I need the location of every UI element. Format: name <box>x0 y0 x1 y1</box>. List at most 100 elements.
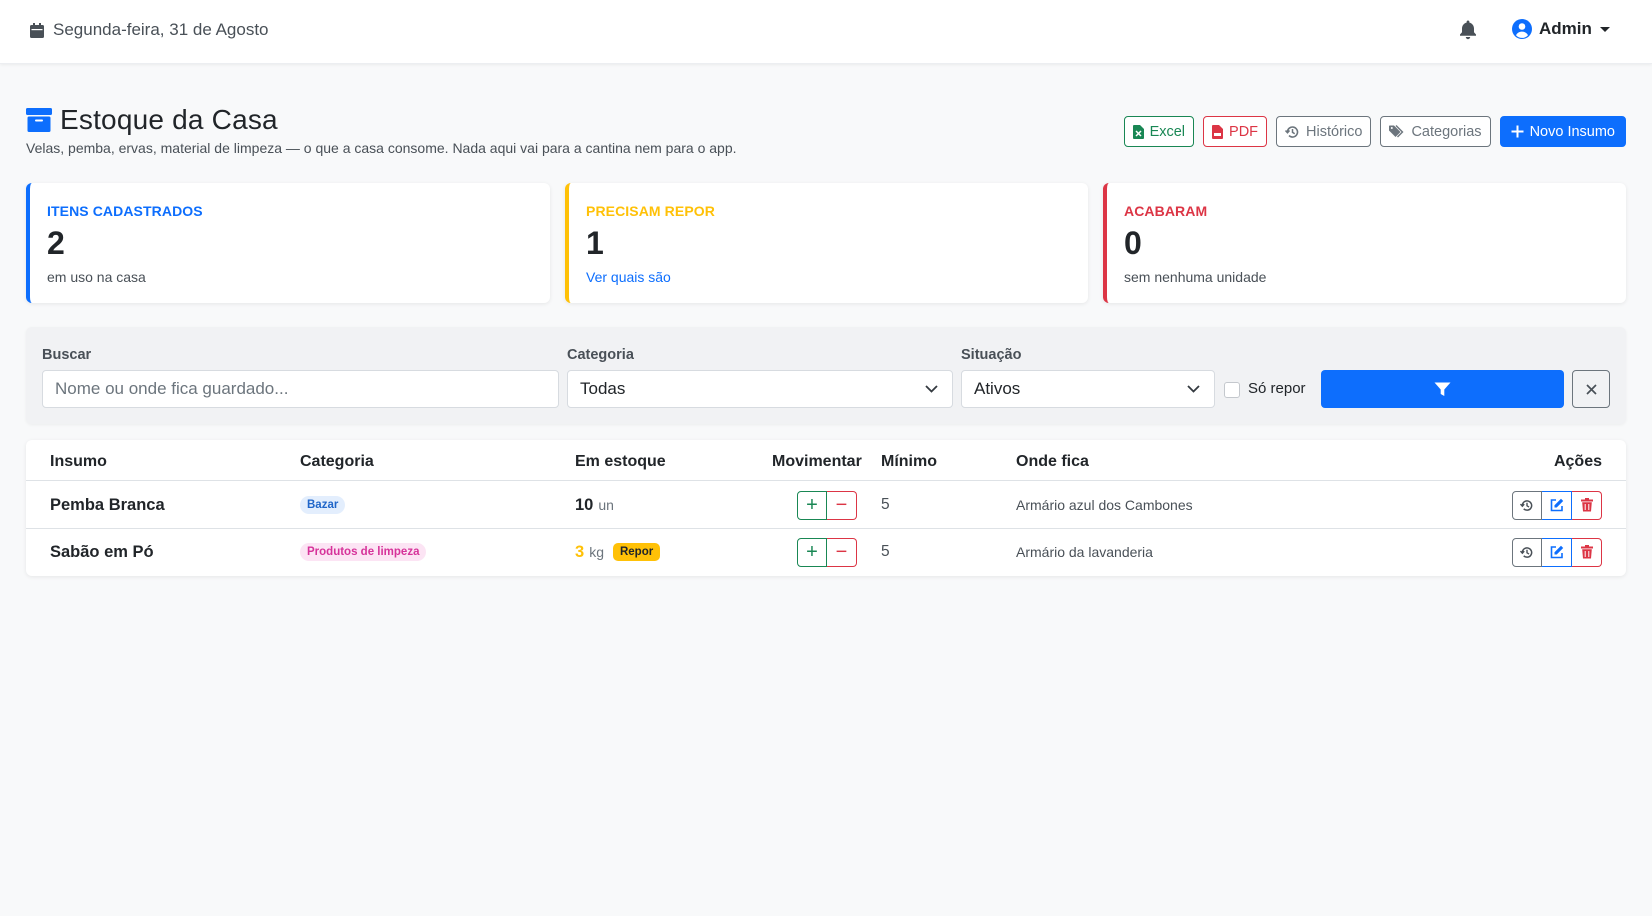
item-name: Pemba Branca <box>50 495 165 514</box>
chevron-down-icon <box>925 385 938 393</box>
stat-value: 0 <box>1124 225 1142 261</box>
col-header-onde[interactable]: Onde fica <box>1016 453 1089 471</box>
stat-label: PRECISAM REPOR <box>586 203 715 219</box>
top-bar: Segunda-feira, 31 de Agosto Admin <box>0 0 1652 64</box>
user-avatar-icon <box>1512 19 1532 39</box>
row-actions <box>1512 537 1602 567</box>
stat-value: 2 <box>47 225 65 261</box>
stat-card-out-of-stock: ACABARAM 0 sem nenhuma unidade <box>1103 183 1626 303</box>
increase-button[interactable]: + <box>797 490 827 520</box>
inventory-table: Insumo Categoria Em estoque Movimentar M… <box>26 440 1626 576</box>
edit-button[interactable] <box>1542 490 1572 520</box>
delete-button[interactable] <box>1572 537 1602 567</box>
new-item-button[interactable]: Novo Insumo <box>1499 116 1626 147</box>
pdf-icon <box>1212 124 1224 139</box>
col-header-insumo[interactable]: Insumo <box>50 453 107 471</box>
categories-button[interactable]: Categorias <box>1380 116 1491 147</box>
history-button[interactable]: Histórico <box>1276 116 1372 147</box>
export-excel-button[interactable]: Excel <box>1123 116 1195 147</box>
search-placeholder: Nome ou onde fica guardado... <box>55 379 289 398</box>
history-label: Histórico <box>1306 123 1363 140</box>
min-qty: 5 <box>881 496 890 513</box>
chevron-down-icon <box>1187 385 1200 393</box>
table-row: Sabão em Pó Produtos de limpeza 3 kg Rep… <box>26 528 1626 576</box>
location: Armário da lavanderia <box>1016 544 1153 560</box>
increase-button[interactable]: + <box>797 537 827 567</box>
item-name: Sabão em Pó <box>50 542 154 561</box>
plus-icon <box>1511 125 1524 138</box>
export-pdf-button[interactable]: PDF <box>1203 116 1268 147</box>
user-menu[interactable]: Admin <box>1512 19 1610 39</box>
edit-icon <box>1550 498 1563 512</box>
only-restock-label: Só repor <box>1248 380 1306 397</box>
stat-card-restock: PRECISAM REPOR 1 Ver quais são <box>565 183 1088 303</box>
stat-label: ACABARAM <box>1124 203 1208 219</box>
export-pdf-label: PDF <box>1229 123 1259 140</box>
stock-unit: un <box>598 497 614 513</box>
new-item-label: Novo Insumo <box>1529 123 1615 140</box>
tags-icon <box>1389 125 1404 138</box>
trash-icon <box>1580 545 1593 559</box>
col-header-minimo[interactable]: Mínimo <box>881 453 937 471</box>
apply-filter-button[interactable] <box>1321 370 1564 408</box>
close-icon <box>1585 383 1597 395</box>
history-button[interactable] <box>1512 490 1542 520</box>
decrease-button[interactable]: − <box>827 490 857 520</box>
export-excel-label: Excel <box>1149 123 1186 140</box>
status-label: Situação <box>961 347 1022 363</box>
bell-icon[interactable] <box>1459 20 1477 45</box>
stat-value: 1 <box>586 225 604 261</box>
edit-icon <box>1550 545 1563 559</box>
stock-adjust-group: + − <box>797 537 857 567</box>
col-header-categoria[interactable]: Categoria <box>300 453 374 471</box>
stock-qty: 3 <box>575 542 585 561</box>
date-display: Segunda-feira, 31 de Agosto <box>30 20 269 40</box>
history-icon <box>1520 499 1533 511</box>
category-value: Todas <box>580 379 626 398</box>
search-label: Buscar <box>42 347 92 363</box>
stock-qty: 10 <box>575 495 594 514</box>
date-text: Segunda-feira, 31 de Agosto <box>53 20 269 39</box>
col-header-movimentar: Movimentar <box>772 453 862 470</box>
stock-adjust-group: + − <box>797 490 857 520</box>
only-restock-checkbox[interactable] <box>1224 382 1240 398</box>
header-actions: Excel PDF Histórico Categorias Novo Insu… <box>1123 116 1626 147</box>
history-button[interactable] <box>1512 537 1542 567</box>
filter-icon <box>1434 382 1451 396</box>
category-badge: Produtos de limpeza <box>300 543 427 561</box>
stat-card-registered: ITENS CADASTRADOS 2 em uso na casa <box>26 183 550 303</box>
categories-label: Categorias <box>1411 123 1482 140</box>
page-title: Estoque da Casa <box>60 104 278 135</box>
search-input[interactable]: Nome ou onde fica guardado... <box>42 370 559 408</box>
calendar-icon <box>30 22 44 38</box>
page-header: Estoque da Casa <box>26 104 278 136</box>
history-icon <box>1520 546 1533 558</box>
min-qty: 5 <box>881 543 890 560</box>
table-row: Pemba Branca Bazar 10 un + − 5 Armário a… <box>26 481 1626 529</box>
view-restock-link[interactable]: Ver quais são <box>586 269 671 285</box>
status-select[interactable]: Ativos <box>961 370 1215 408</box>
excel-icon <box>1132 124 1144 139</box>
category-select[interactable]: Todas <box>567 370 953 408</box>
chevron-down-icon <box>1599 26 1610 32</box>
filter-panel: Buscar Nome ou onde fica guardado... Cat… <box>26 327 1626 424</box>
decrease-button[interactable]: − <box>827 537 857 567</box>
status-value: Ativos <box>974 379 1021 398</box>
history-icon <box>1285 125 1299 138</box>
stat-label: ITENS CADASTRADOS <box>47 203 203 219</box>
category-badge: Bazar <box>300 496 346 514</box>
stat-sub: em uso na casa <box>47 269 146 285</box>
stat-sub: sem nenhuma unidade <box>1124 269 1267 285</box>
trash-icon <box>1580 498 1593 512</box>
page-subtitle: Velas, pemba, ervas, material de limpeza… <box>26 140 737 156</box>
col-header-acoes: Ações <box>1553 453 1602 470</box>
location: Armário azul dos Cambones <box>1016 497 1193 513</box>
archive-icon <box>26 108 52 132</box>
stock-unit: kg <box>589 544 604 560</box>
col-header-estoque[interactable]: Em estoque <box>575 453 666 471</box>
category-label: Categoria <box>567 347 634 363</box>
delete-button[interactable] <box>1572 490 1602 520</box>
clear-filter-button[interactable] <box>1572 370 1610 408</box>
user-name: Admin <box>1539 19 1592 38</box>
edit-button[interactable] <box>1542 537 1572 567</box>
